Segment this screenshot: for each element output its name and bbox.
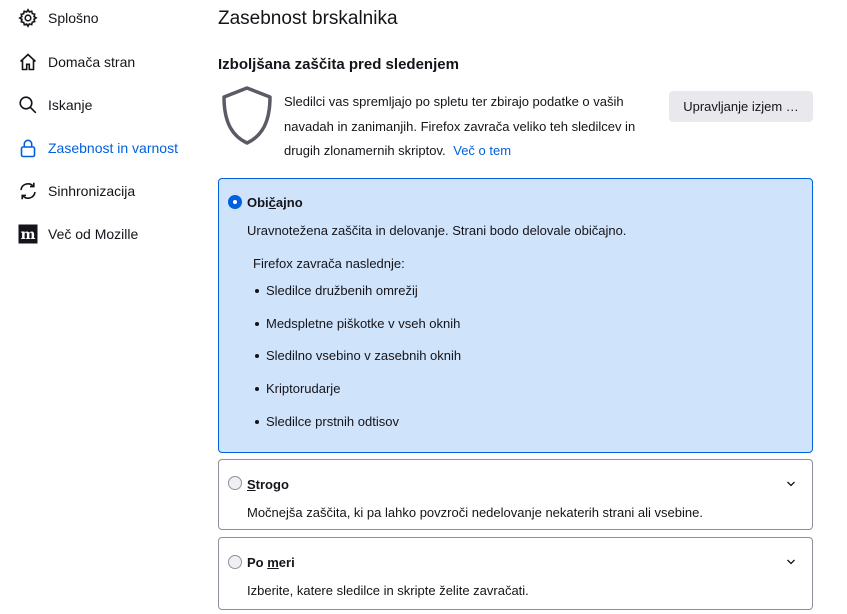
blocks-heading: Firefox zavrača naslednje: [253, 256, 405, 271]
shield-icon [218, 84, 276, 148]
option-strict-label: Strogo [247, 477, 289, 492]
sidebar-item-label: Domača stran [48, 54, 136, 70]
sidebar-item-privacy[interactable]: Zasebnost in varnost [17, 134, 178, 162]
sync-icon [17, 180, 39, 202]
sidebar-item-home[interactable]: Domača stran [17, 48, 135, 76]
gear-icon [17, 7, 39, 29]
manage-exceptions-button[interactable]: Upravljanje izjem … [669, 91, 813, 122]
list-item: Sledilce družbenih omrežij [245, 275, 461, 308]
svg-text:m: m [21, 227, 36, 243]
home-icon [17, 51, 39, 73]
lock-icon [17, 137, 39, 159]
intro-text: Sledilci vas spremljajo po spletu ter zb… [284, 90, 644, 164]
radio-standard[interactable] [228, 195, 242, 209]
mozilla-logo-icon: m [17, 223, 39, 245]
sidebar-item-label: Iskanje [48, 97, 93, 113]
search-icon [17, 94, 39, 116]
option-standard[interactable]: Običajno Uravnotežena zaščita in delovan… [218, 178, 813, 453]
sidebar-item-search[interactable]: Iskanje [17, 91, 92, 119]
list-item: Sledilno vsebino v zasebnih oknih [245, 340, 461, 373]
section-title: Izboljšana zaščita pred sledenjem [218, 56, 459, 73]
list-item: Medspletne piškotke v vseh oknih [245, 308, 461, 341]
sidebar-item-label: Več od Mozille [48, 226, 139, 242]
chevron-down-icon[interactable] [786, 476, 796, 487]
sidebar-item-sync[interactable]: Sinhronizacija [17, 177, 135, 205]
sidebar-item-general[interactable]: Splošno [17, 4, 99, 32]
list-item: Sledilce prstnih odtisov [245, 406, 461, 439]
chevron-down-icon[interactable] [786, 554, 796, 565]
learn-more-link[interactable]: Več o tem [453, 143, 511, 158]
option-standard-description: Uravnotežena zaščita in delovanje. Stran… [247, 223, 627, 238]
option-strict-description: Močnejša zaščita, ki pa lahko povzroči n… [247, 505, 703, 520]
option-strict[interactable]: Strogo Močnejša zaščita, ki pa lahko pov… [218, 459, 813, 530]
sidebar-item-more-from-mozilla[interactable]: m Več od Mozille [17, 220, 138, 248]
page-title: Zasebnost brskalnika [218, 8, 398, 29]
blocked-list: Sledilce družbenih omrežij Medspletne pi… [245, 275, 461, 438]
sidebar-item-label: Sinhronizacija [48, 183, 136, 199]
list-item: Kriptorudarje [245, 373, 461, 406]
radio-custom[interactable] [228, 555, 242, 569]
option-custom-description: Izberite, katere sledilce in skripte žel… [247, 583, 529, 598]
option-custom[interactable]: Po meri Izberite, katere sledilce in skr… [218, 537, 813, 610]
sidebar-item-label: Zasebnost in varnost [48, 140, 178, 156]
option-standard-label: Običajno [247, 195, 303, 210]
radio-strict[interactable] [228, 476, 242, 490]
option-custom-label: Po meri [247, 555, 295, 570]
sidebar-item-label: Splošno [48, 10, 99, 26]
